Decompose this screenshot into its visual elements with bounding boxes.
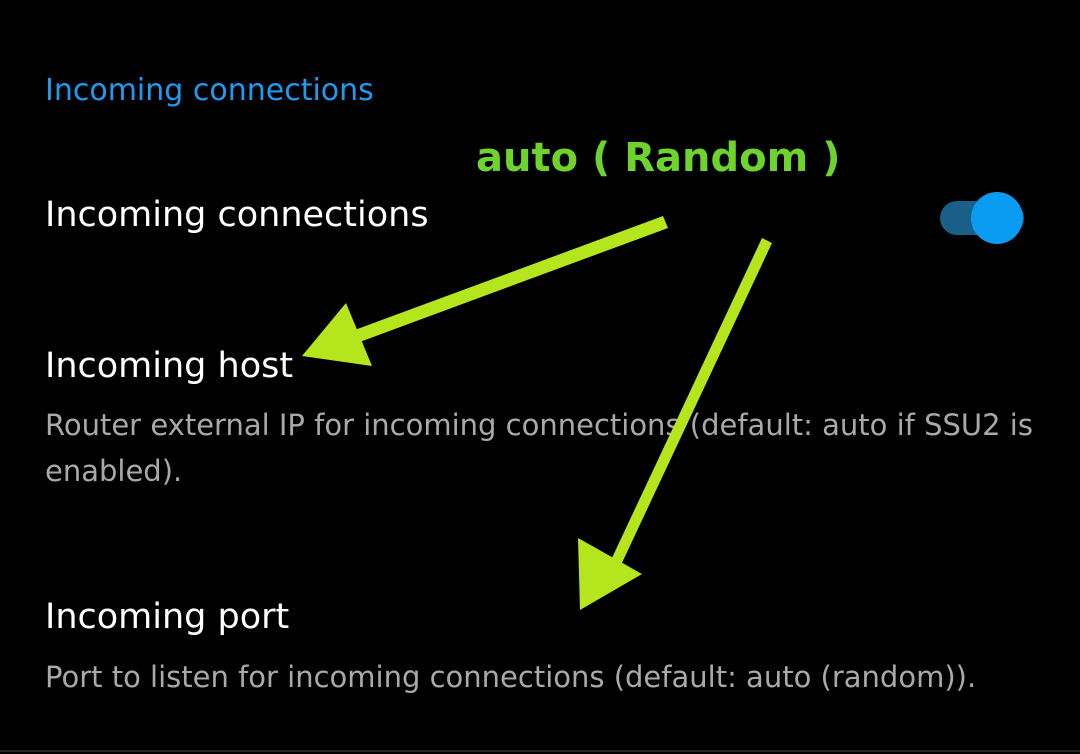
section-header: Incoming connections [45,73,374,108]
toggle-thumb [971,192,1023,244]
incoming-port-title[interactable]: Incoming port [45,595,289,639]
arrow-to-host [302,216,668,366]
incoming-host-summary: Router external IP for incoming connecti… [45,408,1033,488]
arrow-to-host-head [302,303,372,366]
annotation-label: auto ( Random ) [476,135,841,181]
arrow-to-port-head [578,538,642,610]
bottom-divider [0,750,1080,752]
incoming-port-summary: Port to listen for incoming connections … [45,660,977,694]
incoming-connections-title[interactable]: Incoming connections [45,193,429,237]
incoming-connections-toggle[interactable] [938,190,1028,246]
incoming-host-title[interactable]: Incoming host [45,344,293,388]
